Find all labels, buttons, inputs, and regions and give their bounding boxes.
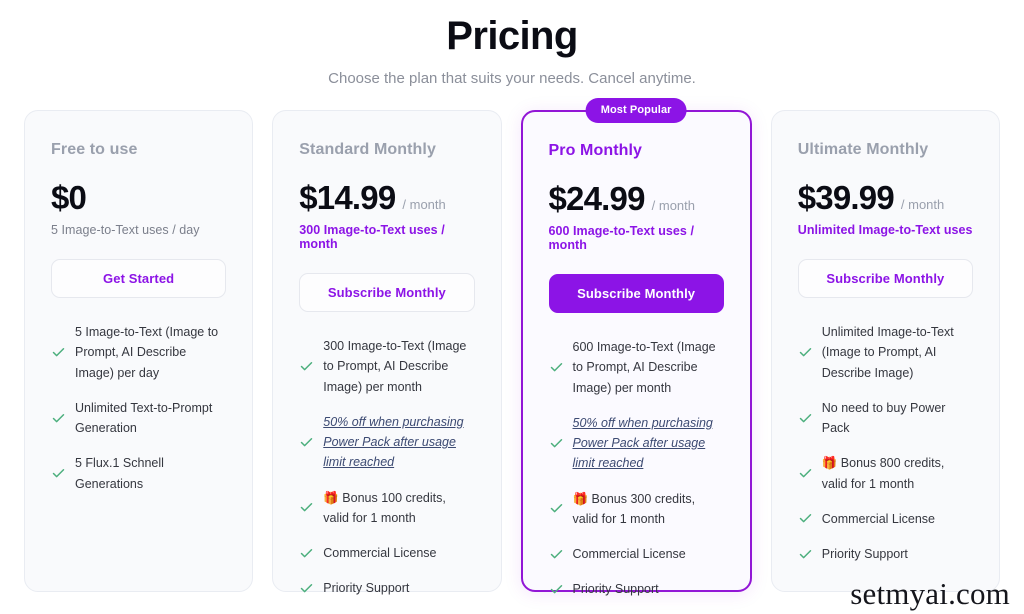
plan-feature-text: 5 Flux.1 Schnell Generations (75, 456, 164, 491)
pricing-card-pro-monthly: Most Popular Pro Monthly $24.99 / month 600 … (520, 98, 752, 596)
check-icon (549, 436, 564, 451)
plan-feature-text: 600 Image-to-Text (Image to Prompt, AI D… (572, 340, 716, 395)
plan-feature-item: Commercial License (299, 543, 474, 563)
most-popular-badge: Most Popular (585, 98, 687, 123)
plan-feature-item: 600 Image-to-Text (Image to Prompt, AI D… (549, 337, 724, 398)
plan-price-line: $14.99 / month (299, 181, 474, 214)
plan-cta-button[interactable]: Subscribe Monthly (299, 273, 475, 312)
plan-name: Ultimate Monthly (797, 141, 929, 158)
plan-feature-list: 300 Image-to-Text (Image to Prompt, AI D… (299, 336, 474, 599)
plan-feature-item: 300 Image-to-Text (Image to Prompt, AI D… (299, 336, 474, 397)
pricing-card-ultimate-monthly: Ultimate Monthly $39.99 / month Unlimited I… (770, 110, 1000, 592)
plan-feature-item: 50% off when purchasing Power Pack after… (549, 413, 724, 474)
plan-price: $24.99 (548, 180, 646, 217)
plan-price: $39.99 (797, 179, 895, 216)
plan-feature-item: 50% off when purchasing Power Pack after… (299, 412, 474, 473)
plan-price-line: $39.99 / month (798, 181, 973, 214)
plan-feature-text: No need to buy Power Pack (821, 400, 946, 435)
plan-feature-item: 🎁 Bonus 800 credits, valid for 1 month (798, 453, 973, 494)
check-icon (798, 466, 813, 481)
plan-price-period: / month (402, 197, 446, 212)
plan-price-period: / month (651, 198, 695, 213)
pricing-card-free-to-use: Free to use $0 5 Image-to-Text uses / day G… (24, 110, 254, 592)
plan-feature-item: 🎁 Bonus 300 credits, valid for 1 month (549, 489, 724, 530)
plan-feature-text: Priority Support (572, 582, 659, 597)
plan-cta-button[interactable]: Subscribe Monthly (548, 274, 724, 313)
check-icon (549, 547, 564, 562)
plan-feature-text: Unlimited Image-to-Text (Image to Prompt… (821, 325, 954, 380)
check-icon (549, 360, 564, 375)
pricing-card-standard-monthly: Standard Monthly $14.99 / month 300 Image-t… (272, 110, 502, 595)
check-icon (549, 582, 564, 597)
plan-price: $14.99 (299, 179, 396, 216)
plan-feature-text: Commercial License (821, 511, 935, 526)
plan-feature-text: 🎁 Bonus 800 credits, valid for 1 month (821, 456, 945, 491)
check-icon (299, 546, 314, 561)
plan-quota: 300 Image-to-Text uses / month (299, 223, 445, 251)
check-icon (549, 501, 564, 516)
plan-quota: 5 Image-to-Text uses / day (51, 223, 200, 237)
plan-price: $0 (51, 179, 87, 216)
plan-feature-item: Commercial License (798, 509, 973, 529)
plan-price-line: $0 (51, 181, 226, 214)
page-title: Pricing (446, 14, 578, 58)
plan-cta-button[interactable]: Subscribe Monthly (797, 259, 973, 298)
plan-feature-text: Priority Support (323, 581, 410, 596)
plan-name: Pro Monthly (548, 142, 643, 159)
plan-feature-item: Priority Support (798, 544, 973, 564)
plan-feature-item: 🎁 Bonus 100 credits, valid for 1 month (299, 488, 474, 529)
plan-feature-list: 600 Image-to-Text (Image to Prompt, AI D… (549, 337, 724, 600)
check-icon (798, 547, 813, 562)
plan-price-period: / month (900, 197, 945, 212)
plan-quota: Unlimited Image-to-Text uses (797, 223, 973, 237)
plan-feature-item: 5 Image-to-Text (Image to Prompt, AI Des… (51, 322, 226, 383)
check-icon (299, 500, 314, 515)
plan-name: Free to use (51, 141, 138, 158)
check-icon (51, 345, 66, 360)
plan-feature-text: Commercial License (323, 546, 437, 560)
plan-feature-text: 5 Image-to-Text (Image to Prompt, AI Des… (75, 325, 219, 380)
page-subtitle: Choose the plan that suits your needs. C… (328, 70, 696, 87)
plan-feature-text: Commercial License (572, 547, 686, 561)
check-icon (798, 411, 813, 426)
plan-feature-item: Commercial License (549, 544, 724, 564)
plan-feature-list: 5 Image-to-Text (Image to Prompt, AI Des… (51, 322, 226, 494)
plan-quota: 600 Image-to-Text uses / month (548, 224, 694, 252)
page-header: Pricing Choose the plan that suits your … (0, 0, 1024, 87)
plan-feature-text: Priority Support (821, 547, 908, 561)
plan-price-line: $24.99 / month (549, 182, 724, 215)
plan-feature-item: Unlimited Text-to-Prompt Generation (51, 398, 226, 439)
plan-feature-text: 300 Image-to-Text (Image to Prompt, AI D… (323, 339, 467, 394)
plan-feature-text[interactable]: 50% off when purchasing Power Pack after… (323, 412, 474, 473)
plan-feature-item: Unlimited Image-to-Text (Image to Prompt… (798, 322, 973, 383)
pricing-plans-row: Free to use $0 5 Image-to-Text uses / day G… (0, 98, 1024, 596)
plan-feature-item: No need to buy Power Pack (798, 398, 973, 439)
plan-feature-item: Priority Support (299, 578, 474, 598)
plan-feature-item: 5 Flux.1 Schnell Generations (51, 453, 226, 494)
check-icon (299, 359, 314, 374)
check-icon (798, 345, 813, 360)
check-icon (798, 511, 813, 526)
plan-feature-text: 🎁 Bonus 100 credits, valid for 1 month (323, 490, 446, 525)
plan-feature-list: Unlimited Image-to-Text (Image to Prompt… (798, 322, 973, 564)
site-watermark: setmyai.com (850, 576, 1010, 611)
plan-name: Standard Monthly (299, 141, 436, 158)
check-icon (51, 466, 66, 481)
plan-feature-text[interactable]: 50% off when purchasing Power Pack after… (573, 413, 724, 474)
check-icon (51, 411, 66, 426)
plan-feature-text: 🎁 Bonus 300 credits, valid for 1 month (572, 491, 696, 526)
plan-cta-button[interactable]: Get Started (51, 259, 227, 298)
check-icon (299, 581, 314, 596)
plan-feature-text: Unlimited Text-to-Prompt Generation (75, 400, 213, 435)
plan-feature-item: Priority Support (549, 579, 724, 599)
check-icon (299, 435, 314, 450)
